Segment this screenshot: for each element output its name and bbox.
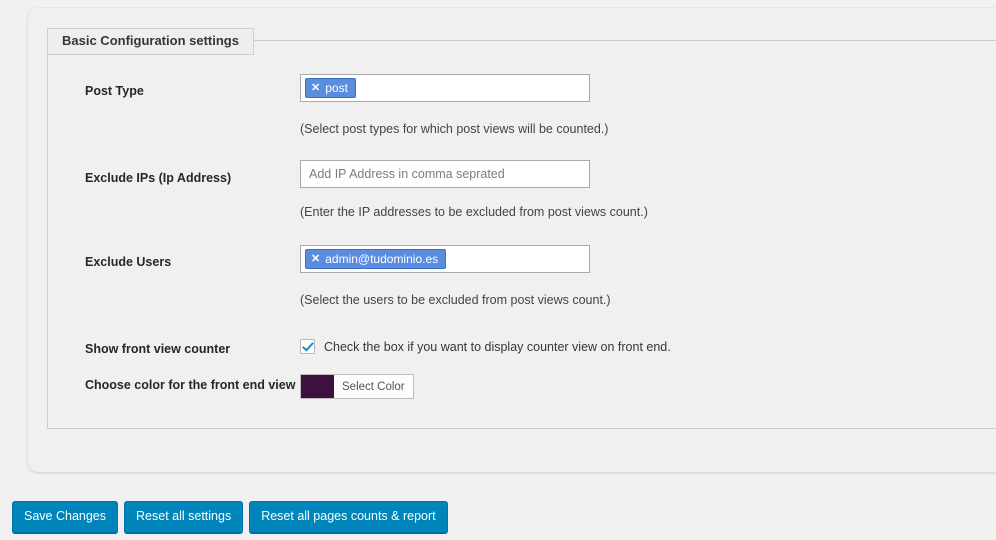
tag-chip-post[interactable]: ✕ post	[305, 78, 356, 98]
label-choose-color: Choose color for the front end view	[85, 378, 296, 392]
tag-chip-label: post	[325, 81, 348, 95]
close-icon[interactable]: ✕	[311, 253, 320, 265]
tag-chip-user[interactable]: ✕ admin@tudominio.es	[305, 249, 447, 269]
help-exclude-users: (Select the users to be excluded from po…	[300, 293, 611, 307]
color-swatch	[301, 375, 334, 398]
show-counter-checkbox[interactable]	[300, 339, 315, 354]
help-post-type: (Select post types for which post views …	[300, 122, 609, 136]
button-bar: Save Changes Reset all settings Reset al…	[12, 501, 448, 533]
label-post-type: Post Type	[85, 84, 144, 98]
close-icon[interactable]: ✕	[311, 82, 320, 94]
label-show-front-view-counter: Show front view counter	[85, 342, 231, 356]
exclude-users-select[interactable]: ✕ admin@tudominio.es	[300, 245, 590, 273]
exclude-ips-input[interactable]	[300, 160, 590, 188]
color-picker-button[interactable]: Select Color	[300, 374, 414, 399]
save-changes-button[interactable]: Save Changes	[12, 501, 119, 533]
label-exclude-users: Exclude Users	[85, 255, 172, 269]
post-type-select[interactable]: ✕ post	[300, 74, 590, 102]
tag-chip-label: admin@tudominio.es	[325, 252, 439, 266]
show-counter-checkbox-label: Check the box if you want to display cou…	[324, 339, 671, 354]
basic-configuration-fieldset: Basic Configuration settings Post Type ✕…	[47, 28, 996, 429]
reset-all-settings-button[interactable]: Reset all settings	[124, 501, 244, 533]
fieldset-legend: Basic Configuration settings	[47, 28, 254, 55]
reset-all-pages-counts-button[interactable]: Reset all pages counts & report	[249, 501, 448, 533]
select-color-label: Select Color	[334, 375, 413, 398]
help-exclude-ips: (Enter the IP addresses to be excluded f…	[300, 205, 648, 219]
label-exclude-ips: Exclude IPs (Ip Address)	[85, 171, 232, 185]
settings-panel: Basic Configuration settings Post Type ✕…	[28, 8, 996, 472]
